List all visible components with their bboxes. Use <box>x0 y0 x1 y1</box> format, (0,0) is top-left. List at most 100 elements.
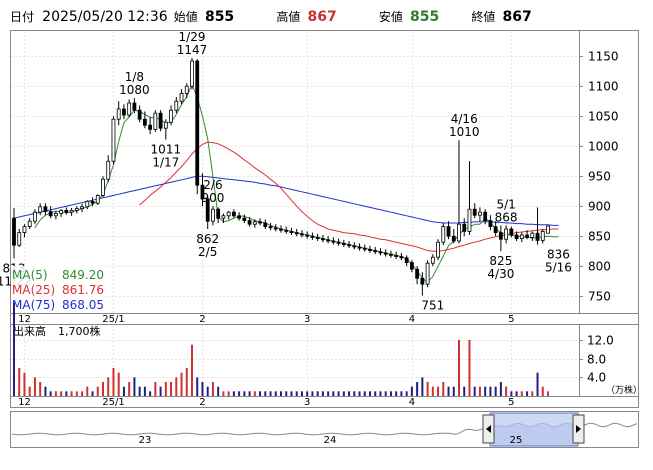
candle-body <box>519 234 524 239</box>
candle-body <box>289 230 294 233</box>
date-tick-label: 12 <box>18 397 31 408</box>
candle-body <box>80 206 84 210</box>
navigator-year-label: 23 <box>139 435 152 446</box>
volume-bar <box>489 386 492 396</box>
date-tick-label: 25/1 <box>102 397 124 408</box>
price-annotation: 8622/5 <box>196 232 219 259</box>
candle-body <box>127 102 132 116</box>
annotation-price: 900 <box>201 191 224 205</box>
candle-body <box>106 160 111 180</box>
price-tick-label: 750 <box>588 290 611 304</box>
price-annotation: 8254/30 <box>487 254 514 281</box>
volume-bar <box>478 386 481 396</box>
volume-unit: （万株） <box>606 384 642 396</box>
legend-label: MA(5) <box>12 268 48 282</box>
candle-body <box>38 206 43 213</box>
date-tick-label: 4 <box>409 314 415 325</box>
candle <box>546 225 550 234</box>
candle <box>111 116 116 165</box>
price-annotation: 2/6900 <box>201 178 224 205</box>
navigator-selection[interactable] <box>489 412 579 447</box>
volume-bar <box>369 391 371 396</box>
candle-body <box>116 108 121 120</box>
candle-body <box>64 209 69 213</box>
candle-body <box>535 232 540 241</box>
volume-bar <box>23 372 26 396</box>
volume-label: 出来高 <box>13 324 46 338</box>
volume-bar <box>447 386 450 396</box>
volume-bar <box>332 391 335 396</box>
navigator-year-label: 25 <box>510 435 523 446</box>
volume-bar <box>431 386 434 396</box>
candle-body <box>33 211 37 222</box>
candle-body <box>216 208 221 219</box>
candle-body <box>163 121 168 129</box>
candlestick-chart: 750 800 850 900 950 1000 1050 1100 1150 1/291147… <box>0 30 642 448</box>
candle-body <box>184 85 189 94</box>
annotation-date: 4/16 <box>451 112 478 126</box>
volume-bar <box>416 382 419 396</box>
volume-bar <box>269 391 272 396</box>
candle-body <box>169 109 173 123</box>
volume-bar <box>117 372 120 396</box>
legend-label: MA(75) <box>12 298 55 312</box>
volume-bar <box>138 386 141 396</box>
volume-bar <box>170 382 173 396</box>
candle-body <box>504 228 509 240</box>
stock-chart-panel: 日付 2025/05/20 12:36 始値 855 高値 867 安値 855… <box>0 0 653 470</box>
price-tick-label: 900 <box>588 200 611 214</box>
annotation-price: 1080 <box>119 83 150 97</box>
volume-bar <box>321 391 324 396</box>
volume-bar <box>473 386 476 396</box>
price-annotation: 4/161010 <box>449 112 480 139</box>
volume-bar <box>222 391 225 396</box>
candle-body <box>498 232 503 240</box>
candle <box>195 59 200 195</box>
volume-bar <box>458 340 460 396</box>
volume-bar <box>243 391 246 396</box>
ma-legend: MA(5) 849.20 MA(25) 861.76 MA(75) 868.05 <box>11 266 107 312</box>
volume-bar <box>405 391 408 396</box>
volume-bar <box>164 382 167 396</box>
candle-body <box>85 200 90 208</box>
candle-body <box>59 209 64 214</box>
candle-body <box>331 240 336 243</box>
volume-bar <box>96 386 99 396</box>
volume-bar <box>238 391 241 396</box>
candle-body <box>420 277 425 285</box>
candle-body <box>90 200 95 204</box>
volume-bar <box>274 391 277 396</box>
volume-bar <box>526 391 529 396</box>
candle-body <box>237 215 242 219</box>
volume-bar <box>510 391 513 396</box>
volume-value: 1,700株 <box>58 324 101 338</box>
candle-body <box>540 230 545 241</box>
candle-body <box>53 212 58 217</box>
candle-body <box>158 112 163 129</box>
volume-bar <box>227 391 230 396</box>
volume-bar <box>531 391 534 396</box>
candle-body <box>446 226 451 237</box>
navigator-right-handle[interactable] <box>572 414 585 444</box>
candle-body <box>279 228 283 231</box>
volume-bar <box>39 382 42 396</box>
candle-body <box>95 194 100 204</box>
legend-label: MA(25) <box>12 283 55 297</box>
annotation-date: 5/16 <box>545 261 572 275</box>
volume-bar <box>421 377 424 396</box>
candle-body <box>383 252 388 255</box>
candle-body <box>415 268 420 279</box>
candle-body <box>211 208 215 222</box>
volume-bar <box>180 372 183 396</box>
navigator-left-handle[interactable] <box>482 414 495 444</box>
price-tick-label: 1000 <box>588 140 619 154</box>
volume-bar <box>128 382 131 396</box>
candle-body <box>27 220 32 227</box>
candle-body <box>242 217 247 221</box>
candle-body <box>142 118 147 126</box>
volume-bar <box>547 391 549 396</box>
volume-tick-label: 12.0 <box>587 334 614 348</box>
candle-body <box>394 254 399 257</box>
candle-body <box>378 251 383 254</box>
candle <box>153 110 158 132</box>
